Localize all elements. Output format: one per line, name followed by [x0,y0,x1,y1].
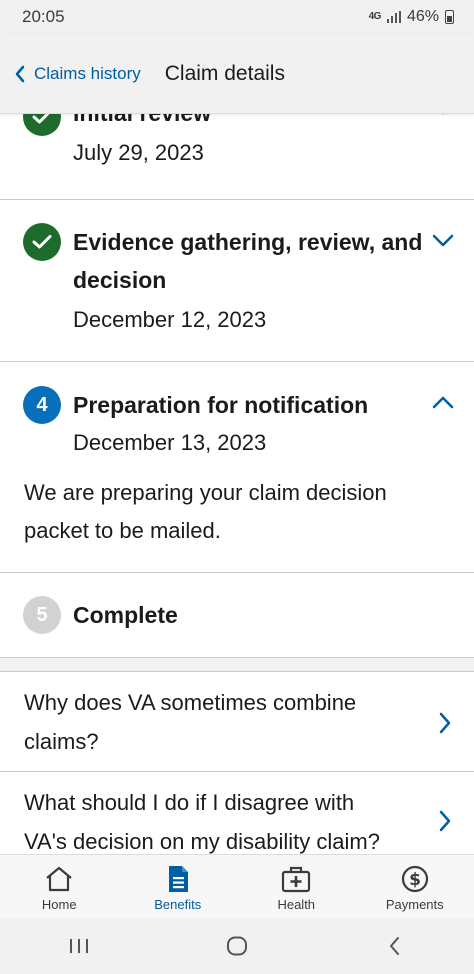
tab-home[interactable]: Home [0,855,119,918]
chevron-down-icon[interactable] [432,114,454,116]
tab-health[interactable]: Health [237,855,356,918]
faq-text-line2: claims? [24,729,99,754]
back-label: Claims history [34,63,141,83]
system-navigation-bar [0,918,474,974]
recent-apps-icon [70,939,88,953]
chevron-up-icon[interactable] [432,395,454,409]
back-to-claims-history-button[interactable]: Claims history [14,64,141,84]
battery-icon [445,10,454,24]
chevron-right-icon [439,712,451,734]
step-description-line2: packet to be mailed. [24,518,221,543]
home-button[interactable] [207,936,267,956]
step-evidence-gathering[interactable]: Evidence gathering, review, and decision… [0,200,474,362]
chevron-right-icon [439,810,451,832]
tab-label: Health [277,897,316,912]
medical-kit-icon [282,866,311,893]
step-complete: 5 Complete [0,573,474,658]
step-initial-review[interactable]: Initial review July 29, 2023 [0,114,474,200]
dollar-icon: $ [401,865,428,893]
step-number-badge: 4 [23,386,61,424]
svg-text:$: $ [409,870,421,890]
back-chevron-icon [390,937,399,955]
battery-percentage: 46% [406,8,439,25]
page-title: Claim details [164,61,285,85]
chevron-down-icon[interactable] [432,234,454,248]
tab-label: Home [41,897,77,912]
status-bar: 20:05 4G 46% [0,0,474,34]
step-title: Initial review [73,114,211,132]
step-title-line2: decision [73,267,167,293]
faq-text-line2: VA's decision on my disability claim? [24,829,380,854]
tab-payments[interactable]: $ Payments [356,855,474,918]
step-preparation-for-notification[interactable]: 4 Preparation for notification December … [0,362,474,573]
step-title-line1: Evidence gathering, review, and [73,229,423,255]
network-type-label: 4G [368,11,382,22]
step-complete-check-icon [23,114,61,136]
recent-apps-button[interactable] [49,937,109,955]
faq-text-line1: What should I do if I disagree with [24,790,355,815]
step-title: Complete [73,602,178,628]
home-icon [46,866,72,892]
step-title: Preparation for notification [73,392,369,418]
tab-label: Benefits [154,897,202,912]
claim-steps-scroll-area[interactable]: Initial review July 29, 2023 Evidence ga… [0,114,474,854]
benefits-document-icon [168,866,188,892]
status-icons: 4G 46% [369,8,454,26]
step-date: December 13, 2023 [73,430,267,455]
step-number-badge: 5 [23,596,61,634]
signal-icon [386,11,401,23]
step-date: December 12, 2023 [73,307,267,332]
step-date: July 29, 2023 [73,140,204,165]
step-description-line1: We are preparing your claim decision [24,480,387,505]
app-header: Claims history Claim details [0,34,474,114]
back-button[interactable] [365,936,425,956]
bottom-tab-bar: Home Benefits Health $ Payments [0,854,474,918]
section-divider [0,658,474,672]
faq-link-combine-claims[interactable]: Why does VA sometimes combine claims? [0,672,474,772]
faq-text-line1: Why does VA sometimes combine [24,690,357,715]
status-time: 20:05 [22,7,65,26]
chevron-left-icon [15,65,25,82]
tab-label: Payments [385,897,444,912]
tab-benefits[interactable]: Benefits [119,855,238,918]
home-circle-icon [227,936,247,956]
step-complete-check-icon [23,223,61,261]
faq-link-disagree-decision[interactable]: What should I do if I disagree with VA's… [0,772,474,854]
